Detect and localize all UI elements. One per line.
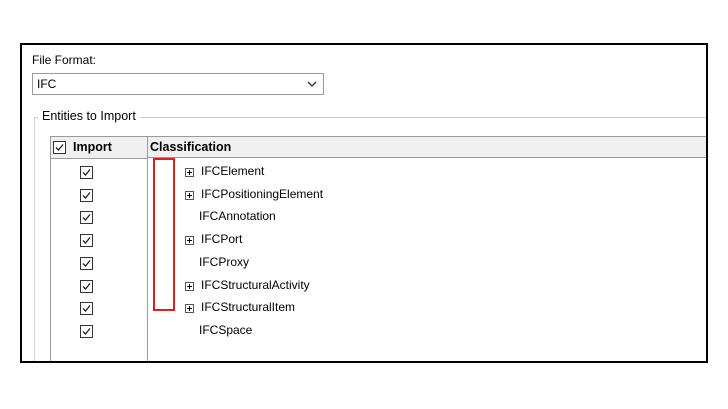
checkmark-icon — [82, 191, 91, 199]
expander-highlight-box — [153, 158, 175, 311]
checkmark-icon — [82, 169, 91, 176]
row-import-checkbox[interactable] — [80, 166, 93, 179]
classification-item-label[interactable]: IFCElement — [201, 164, 264, 178]
checkmark-icon — [82, 282, 91, 290]
row-import-checkbox[interactable] — [80, 302, 93, 316]
file-format-select[interactable]: IFC — [32, 73, 324, 95]
classification-item-label[interactable]: IFCSpace — [199, 323, 252, 337]
classification-item-label[interactable]: IFCStructuralItem — [201, 300, 295, 314]
classification-item-label[interactable]: IFCProxy — [199, 255, 249, 269]
expand-plus-icon[interactable] — [185, 304, 194, 314]
checkmark-icon — [82, 327, 91, 335]
checkmark-icon — [82, 305, 91, 313]
expand-plus-icon[interactable] — [185, 190, 194, 200]
expand-plus-icon[interactable] — [185, 236, 194, 246]
classification-item-label[interactable]: IFCAnnotation — [199, 209, 276, 223]
entities-table: Import Classification IFCElement IFCPosit… — [50, 136, 706, 361]
row-import-checkbox[interactable] — [80, 188, 93, 202]
row-import-checkbox[interactable] — [80, 211, 93, 225]
checkmark-icon — [82, 214, 91, 222]
file-format-label: File Format: — [32, 53, 97, 67]
row-import-checkbox[interactable] — [80, 234, 93, 248]
classification-item-label[interactable]: IFCPositioningElement — [201, 187, 323, 201]
expand-plus-icon[interactable] — [185, 281, 194, 291]
expand-plus-icon[interactable] — [185, 168, 194, 177]
classification-item-label[interactable]: IFCStructuralActivity — [201, 278, 310, 292]
checkmark-icon — [82, 259, 91, 267]
entities-group-title: Entities to Import — [38, 109, 140, 123]
chevron-down-icon[interactable] — [305, 74, 319, 94]
row-import-checkbox[interactable] — [80, 256, 93, 270]
classification-item-label[interactable]: IFCPort — [201, 232, 242, 246]
import-dialog: File Format: IFC Entities to Import Impo… — [20, 43, 708, 363]
classification-column-header[interactable]: Classification — [148, 137, 706, 158]
row-import-checkbox[interactable] — [80, 324, 93, 338]
file-format-value: IFC — [37, 77, 57, 91]
checkmark-icon — [82, 237, 91, 245]
row-import-checkbox[interactable] — [80, 279, 93, 293]
import-column — [51, 137, 148, 361]
